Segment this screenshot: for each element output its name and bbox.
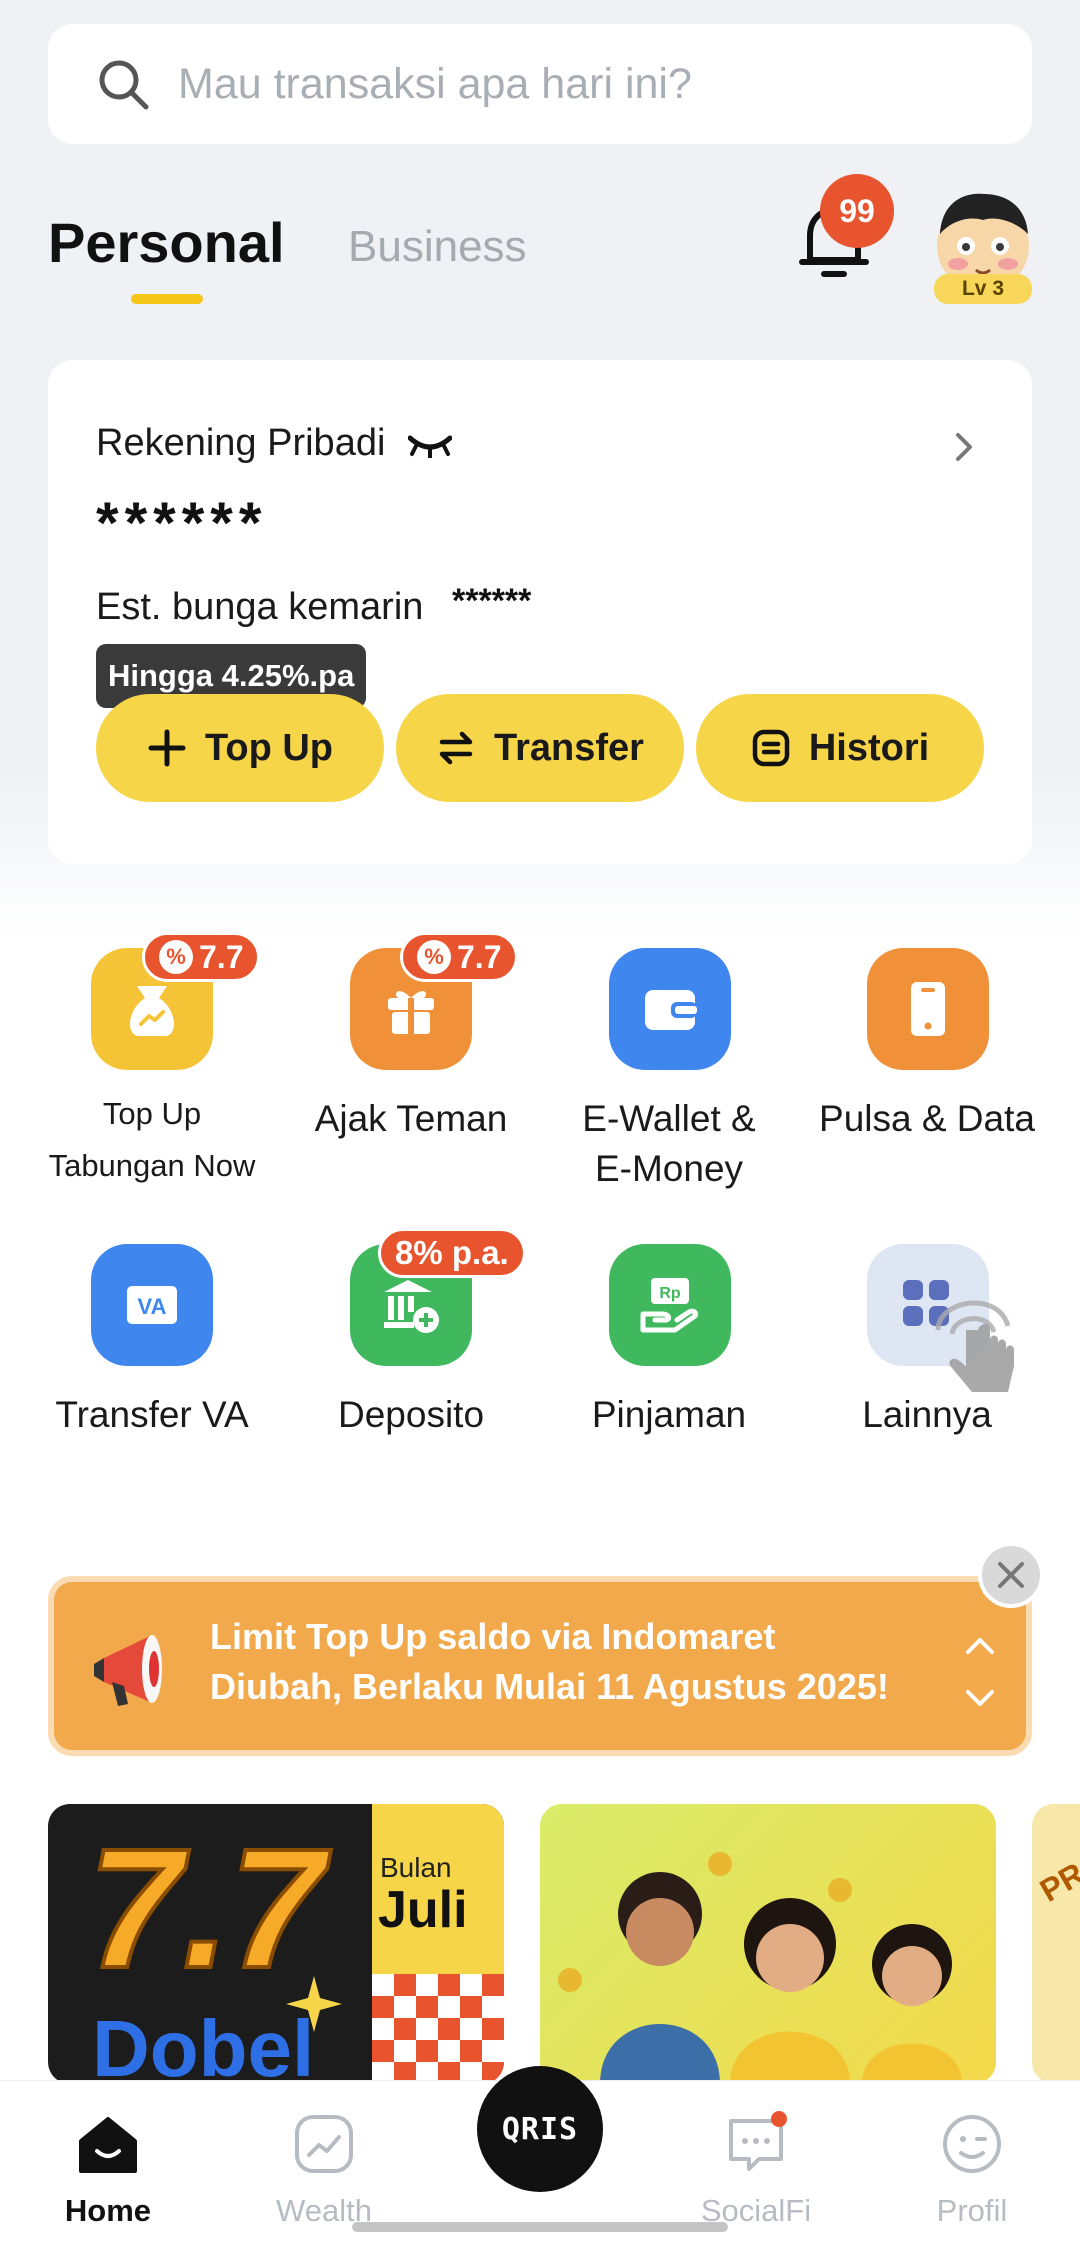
nav-home[interactable]: Home bbox=[18, 2111, 198, 2229]
announcement-text: Limit Top Up saldo via Indomaret Diubah,… bbox=[210, 1616, 889, 1707]
banner-77-text: 7.7 bbox=[86, 1814, 326, 2004]
interest-value-hidden: ****** bbox=[452, 582, 532, 620]
wallet-icon bbox=[645, 990, 697, 1030]
deposito-rate-badge: 8% p.a. bbox=[378, 1228, 526, 1278]
menu-label-ajak-teman: Ajak Teman bbox=[314, 1098, 508, 1139]
money-bag-icon bbox=[130, 986, 174, 1036]
nav-home-label: Home bbox=[64, 2193, 152, 2228]
va-icon: VA bbox=[127, 1286, 177, 1324]
eye-closed-icon[interactable] bbox=[408, 432, 452, 458]
home-icon bbox=[79, 2117, 137, 2173]
promo-banner-people[interactable] bbox=[540, 1804, 996, 2084]
search-input[interactable] bbox=[178, 59, 978, 109]
menu-label-deposito: Deposito bbox=[337, 1394, 485, 1435]
top-up-label: Top Up bbox=[204, 726, 334, 769]
menu-transfer-va[interactable]: VA bbox=[91, 1244, 213, 1366]
menu-label-pulsa-data: Pulsa & Data bbox=[819, 1098, 1035, 1139]
tab-business[interactable]: Business bbox=[348, 222, 527, 272]
chevron-right-icon[interactable] bbox=[950, 430, 978, 464]
history-label: Histori bbox=[808, 726, 930, 769]
history-button[interactable]: Histori bbox=[696, 694, 984, 802]
search-icon bbox=[99, 60, 149, 110]
menu-label-ewallet: E-Wallet & E-Money bbox=[582, 1098, 756, 1189]
account-card[interactable]: Rekening Pribadi ****** Est. bunga kemar… bbox=[48, 360, 1032, 864]
gift-icon bbox=[388, 991, 434, 1034]
menu-label-lainnya: Lainnya bbox=[862, 1394, 992, 1435]
user-level-badge: Lv 3 bbox=[934, 274, 1032, 304]
nav-profil-label: Profil bbox=[936, 2193, 1008, 2228]
top-up-button[interactable]: Top Up bbox=[96, 694, 384, 802]
menu-label-transfer-va: Transfer VA bbox=[55, 1394, 249, 1435]
history-icon bbox=[752, 729, 790, 767]
megaphone-icon bbox=[94, 1635, 162, 1706]
plus-icon bbox=[148, 729, 186, 767]
percent-icon: % bbox=[417, 940, 451, 974]
percent-icon: % bbox=[159, 940, 193, 974]
people-illustration bbox=[558, 1852, 962, 2084]
qris-logo-text: QRIS bbox=[501, 2111, 579, 2147]
smiley-icon bbox=[943, 2115, 1001, 2173]
promo-badge-text: 7.7 bbox=[199, 938, 244, 975]
banner-partial-text: PR bbox=[1033, 1855, 1080, 1909]
svg-text:VA: VA bbox=[138, 1294, 167, 1319]
balance-hidden: ****** bbox=[96, 491, 268, 556]
close-announcement-button[interactable] bbox=[978, 1542, 1044, 1608]
promo-banner-77[interactable]: Bulan Juli 7.7 Dobel bbox=[48, 1804, 504, 2084]
transfer-label: Transfer bbox=[494, 726, 644, 769]
banner-dobel-text: Dobel bbox=[92, 2004, 315, 2084]
bank-plus-icon bbox=[384, 1280, 439, 1333]
banner-juli-text: Juli bbox=[378, 1881, 468, 1939]
wealth-chart-icon bbox=[295, 2115, 353, 2173]
nav-profil[interactable]: Profil bbox=[882, 2111, 1062, 2229]
promo-badge: % 7.7 bbox=[400, 932, 519, 982]
notification-count-badge: 99 bbox=[820, 174, 894, 248]
loan-hand-icon: Rp bbox=[640, 1278, 698, 1333]
account-title: Rekening Pribadi bbox=[96, 422, 386, 464]
qris-scan-button[interactable]: QRIS bbox=[477, 2066, 603, 2192]
banner-checker-pattern bbox=[372, 1974, 504, 2084]
tab-personal[interactable]: Personal bbox=[48, 210, 285, 275]
menu-ewallet[interactable] bbox=[609, 948, 731, 1070]
nav-wealth[interactable]: Wealth bbox=[234, 2111, 414, 2229]
phone-icon bbox=[911, 982, 945, 1036]
chevron-down-icon[interactable] bbox=[964, 1688, 996, 1710]
home-indicator bbox=[352, 2222, 728, 2232]
menu-label-pinjaman: Pinjaman bbox=[591, 1394, 747, 1435]
menu-label-topup-tabungan: Top Up Tabungan Now bbox=[48, 1096, 256, 1183]
announcement-banner[interactable]: Limit Top Up saldo via Indomaret Diubah,… bbox=[48, 1576, 1032, 1756]
promo-badge: % 7.7 bbox=[142, 932, 261, 982]
close-icon bbox=[998, 1562, 1024, 1588]
nav-socialfi[interactable]: SocialFi bbox=[666, 2111, 846, 2229]
interest-label: Est. bunga kemarin bbox=[96, 586, 424, 628]
menu-pulsa-data[interactable] bbox=[867, 948, 989, 1070]
sparkle-icon bbox=[286, 1976, 342, 2032]
chevron-up-icon[interactable] bbox=[964, 1634, 996, 1656]
tab-active-indicator bbox=[131, 294, 203, 304]
transfer-button[interactable]: Transfer bbox=[396, 694, 684, 802]
search-bar[interactable] bbox=[48, 24, 1032, 144]
promo-banner-partial[interactable]: PR bbox=[1032, 1804, 1080, 2084]
tap-hand-icon bbox=[935, 1300, 1014, 1392]
svg-text:Rp: Rp bbox=[659, 1285, 681, 1302]
swap-arrows-icon bbox=[439, 731, 473, 765]
promo-badge-text: 7.7 bbox=[457, 938, 502, 975]
chat-bubble-icon bbox=[729, 2111, 787, 2171]
menu-pinjaman[interactable]: Rp bbox=[609, 1244, 731, 1366]
